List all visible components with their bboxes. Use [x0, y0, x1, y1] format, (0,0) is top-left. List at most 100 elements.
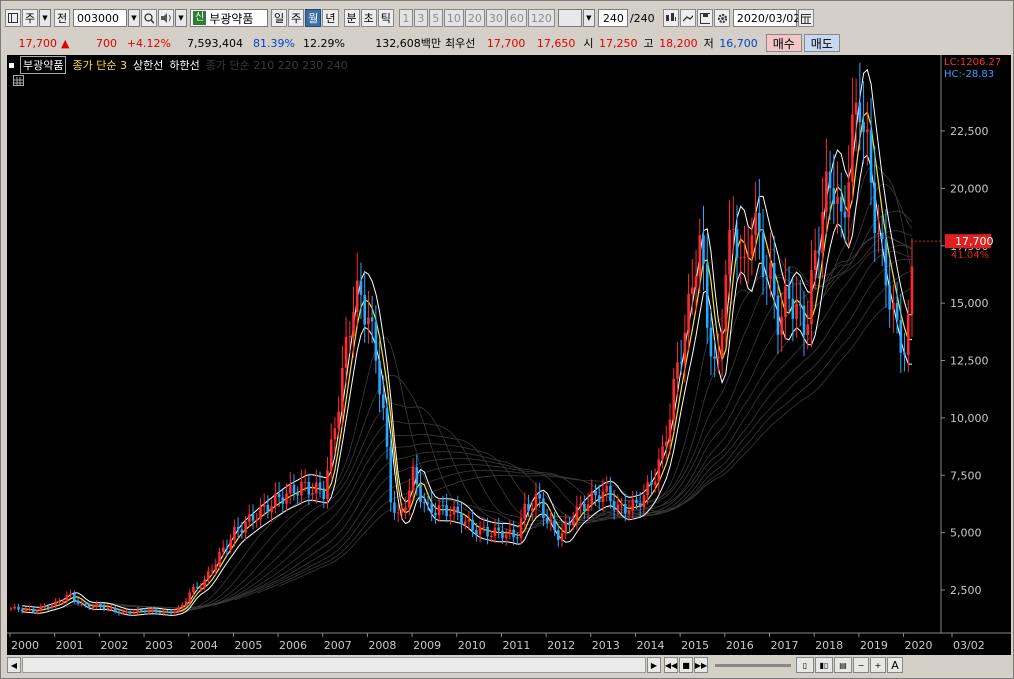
scroll-right-icon[interactable]: ▶ [647, 657, 661, 673]
candle-body [702, 235, 705, 264]
candle-body [851, 114, 854, 183]
candle-body [434, 512, 437, 516]
tab-period-0[interactable]: 일 [271, 9, 288, 27]
date-input[interactable]: 2020/03/02 [732, 9, 800, 27]
legend-square-icon [9, 62, 14, 68]
x-tick-label: 2012 [547, 639, 575, 652]
candle-body [72, 593, 76, 601]
calendar-icon[interactable] [797, 9, 814, 27]
candle-body [262, 504, 266, 507]
stop-icon[interactable]: ■ [679, 657, 693, 673]
candle-body [329, 439, 333, 471]
zoom-marker-icon[interactable]: ▯ [796, 657, 814, 673]
zoom-out-icon[interactable]: − [853, 657, 869, 673]
interval-button-60[interactable]: 60 [506, 9, 527, 27]
zoom-slider[interactable] [715, 657, 795, 673]
interval-button-3[interactable]: 3 [413, 9, 428, 27]
candle-body [236, 526, 240, 530]
candle-body [687, 293, 690, 333]
save-icon[interactable] [696, 9, 713, 27]
panel-toggle-icon[interactable] [5, 9, 21, 27]
chart-mode-icon[interactable]: ▤ [834, 657, 852, 673]
candle-body [113, 607, 117, 612]
chevron-down-icon[interactable]: ▼ [582, 9, 595, 27]
search-icon[interactable] [141, 9, 157, 27]
x-tick-label: 2002 [100, 639, 128, 652]
bars-icon[interactable]: ▮▯ [815, 657, 833, 673]
candle-body [661, 446, 664, 460]
candle-body [884, 239, 888, 286]
candle-body [214, 564, 218, 571]
stock-code-input[interactable]: 003000 [73, 9, 127, 27]
sound-icon[interactable] [158, 9, 174, 27]
interval-button-10[interactable]: 10 [443, 9, 464, 27]
candle-body [787, 286, 791, 299]
legend-ma: 종가 단순 3 [72, 59, 127, 72]
tab-period-2[interactable]: 월 [305, 9, 322, 27]
candle-body [631, 499, 635, 511]
period-tabs: 일주월년 [271, 9, 339, 27]
candle-body [575, 506, 579, 521]
interval-button-30[interactable]: 30 [485, 9, 506, 27]
tab-intraday-1[interactable]: 초 [360, 9, 377, 27]
candle-body [869, 129, 873, 183]
candle-body [798, 303, 802, 306]
interval-button-5[interactable]: 5 [428, 9, 443, 27]
candle-body [698, 235, 702, 277]
candle-body [318, 482, 322, 489]
candle-body [489, 535, 493, 537]
zoom-in-icon[interactable]: + [870, 657, 886, 673]
rewind-icon[interactable]: ◀◀ [664, 657, 678, 673]
scroll-track[interactable] [22, 657, 646, 673]
candle-body [475, 530, 478, 535]
tab-intraday-2[interactable]: 틱 [377, 9, 394, 27]
candle-body [17, 606, 20, 610]
count-input[interactable]: 240 [597, 9, 628, 27]
candle-body [400, 509, 404, 513]
stock-name-field[interactable]: 신 부광약품 [190, 9, 268, 27]
prev-button[interactable]: 전 [54, 9, 70, 27]
tab-period-3[interactable]: 년 [322, 9, 339, 27]
candle-body [586, 504, 590, 512]
price-chart[interactable]: 22,50020,00017,50015,00012,50010,0007,50… [7, 55, 1011, 655]
candle-body [906, 314, 910, 355]
candle-body [806, 324, 810, 336]
sell-button[interactable]: 매도 [803, 34, 840, 52]
candle-body [404, 507, 407, 510]
font-size-icon[interactable]: A [887, 657, 903, 673]
chevron-down-icon[interactable]: ▼ [175, 9, 187, 27]
candle-body [720, 331, 724, 357]
candle-body [58, 601, 61, 603]
chevron-down-icon[interactable]: ▼ [128, 9, 140, 27]
interval-input[interactable] [557, 9, 582, 27]
interval-button-20[interactable]: 20 [464, 9, 485, 27]
candle-body [516, 537, 519, 539]
candle-body [408, 490, 411, 508]
candle-body [735, 229, 739, 258]
trend-line-icon[interactable] [679, 9, 696, 27]
interval-button-1[interactable]: 1 [398, 9, 413, 27]
candle-body [813, 250, 817, 271]
candle-body [46, 606, 50, 609]
grid-toggle-icon[interactable] [13, 75, 24, 86]
buy-button[interactable]: 매수 [765, 34, 802, 52]
scroll-left-icon[interactable]: ◀ [7, 657, 21, 673]
compare-icon[interactable] [662, 9, 679, 27]
chevron-down-icon[interactable]: ▼ [39, 9, 51, 27]
candle-body [39, 606, 43, 611]
lc-value: LC:1206.27 [944, 57, 1002, 68]
candle-body [635, 499, 638, 504]
tab-intraday-0[interactable]: 분 [343, 9, 360, 27]
fast-forward-icon[interactable]: ▶▶ [694, 657, 708, 673]
gear-icon[interactable] [713, 9, 730, 27]
candle-body [259, 506, 262, 520]
candle-body [266, 504, 270, 513]
candle-body [80, 603, 84, 605]
candle-body [713, 356, 716, 359]
candle-body [858, 102, 862, 123]
tab-period-1[interactable]: 주 [288, 9, 305, 27]
candle-body [32, 608, 35, 612]
interval-button-120[interactable]: 120 [527, 9, 555, 27]
period-code-select[interactable]: 주 [22, 9, 38, 27]
x-tick-label: 2018 [815, 639, 843, 652]
